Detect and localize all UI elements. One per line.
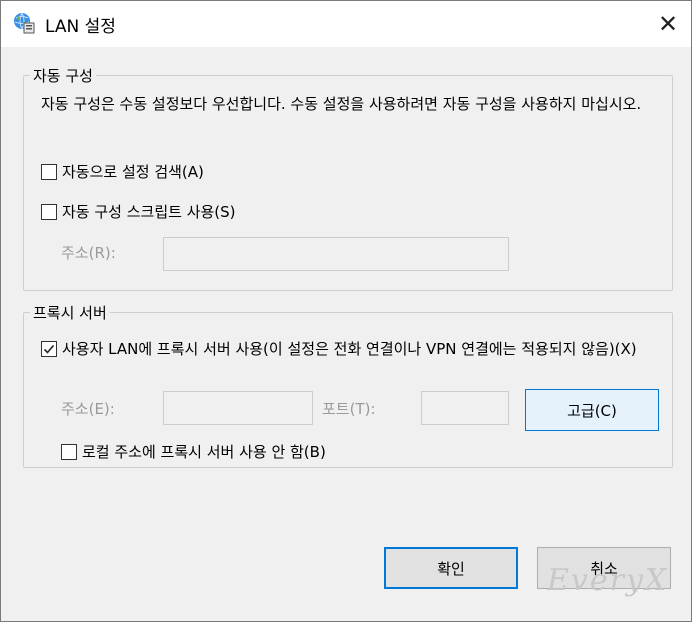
auto-config-script-option[interactable]: 자동 구성 스크립트 사용(S)	[41, 201, 236, 222]
proxy-server-group-title: 프록시 서버	[33, 304, 107, 322]
auto-config-description: 자동 구성은 수동 설정보다 우선합니다. 수동 설정을 사용하려면 자동 구성…	[41, 95, 642, 113]
auto-detect-label: 자동으로 설정 검색(A)	[62, 163, 204, 181]
close-icon: ✕	[657, 10, 679, 38]
lan-settings-dialog: LAN 설정 ✕ 자동 구성 자동 구성은 수동 설정보다 우선합니다. 수동 …	[0, 0, 692, 622]
title-bar: LAN 설정 ✕	[1, 1, 691, 47]
script-address-label: 주소(R):	[61, 244, 116, 262]
network-globe-icon	[14, 12, 35, 34]
script-address-input[interactable]	[163, 237, 509, 271]
advanced-button[interactable]: 고급(C)	[525, 389, 659, 431]
auto-detect-option[interactable]: 자동으로 설정 검색(A)	[41, 161, 204, 182]
proxy-port-label: 포트(T):	[322, 400, 376, 418]
use-proxy-label: 사용자 LAN에 프록시 서버 사용(이 설정은 전화 연결이나 VPN 연결에…	[62, 340, 637, 358]
close-button[interactable]: ✕	[645, 1, 691, 47]
checkmark-icon	[43, 344, 55, 354]
bypass-local-option[interactable]: 로컬 주소에 프록시 서버 사용 안 함(B)	[61, 441, 326, 462]
auto-config-script-label: 자동 구성 스크립트 사용(S)	[62, 203, 236, 221]
bypass-local-checkbox[interactable]	[61, 444, 77, 460]
bypass-local-label: 로컬 주소에 프록시 서버 사용 안 함(B)	[82, 443, 326, 461]
auto-config-group-title: 자동 구성	[33, 67, 93, 85]
use-proxy-option[interactable]: 사용자 LAN에 프록시 서버 사용(이 설정은 전화 연결이나 VPN 연결에…	[41, 338, 651, 360]
auto-detect-checkbox[interactable]	[41, 164, 57, 180]
proxy-address-input[interactable]	[163, 391, 313, 425]
proxy-address-label: 주소(E):	[61, 400, 115, 418]
window-title: LAN 설정	[45, 17, 116, 37]
watermark: EveryX	[547, 563, 669, 598]
proxy-port-input[interactable]	[421, 391, 509, 425]
use-proxy-checkbox[interactable]	[41, 341, 57, 357]
ok-button[interactable]: 확인	[384, 547, 518, 589]
auto-config-script-checkbox[interactable]	[41, 204, 57, 220]
